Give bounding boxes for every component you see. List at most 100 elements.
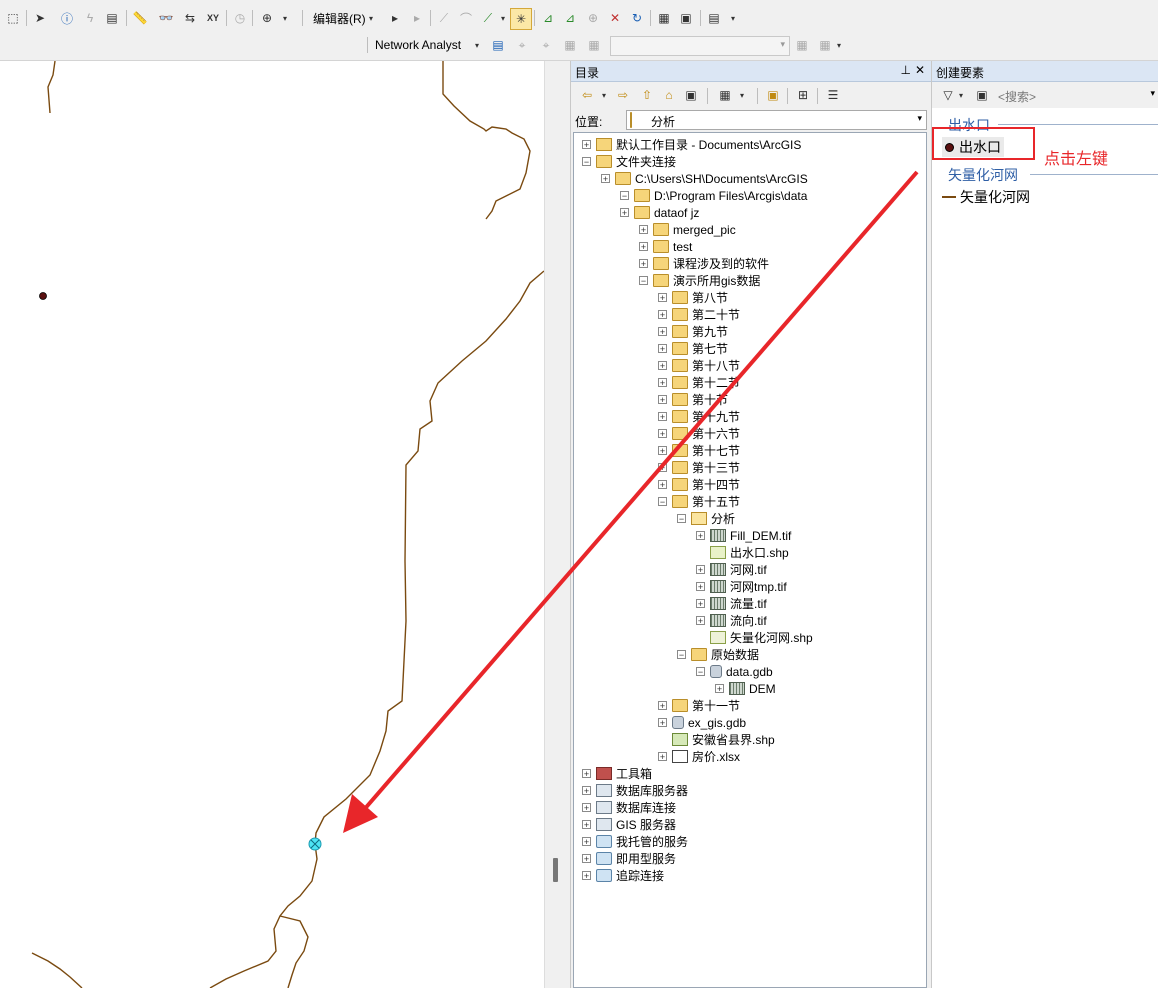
collapse-icon[interactable]: − (658, 497, 667, 507)
rotate-icon[interactable]: ↻ (627, 8, 647, 28)
location-combo[interactable]: 分析 ▾ (626, 110, 927, 130)
tree-item[interactable]: + 第九节 (658, 323, 728, 340)
editor-dropdown-icon[interactable]: ▾ (366, 8, 376, 28)
expand-icon[interactable]: + (582, 769, 591, 779)
connect-folder-icon[interactable]: ▣ (681, 85, 701, 105)
tree-item[interactable]: + 第十三节 (658, 459, 740, 476)
expand-icon[interactable]: + (658, 361, 667, 371)
expand-icon[interactable]: + (658, 293, 667, 303)
organize-templates-icon[interactable]: ▣ (972, 85, 992, 105)
tree-item[interactable]: + 第十八节 (658, 357, 740, 374)
expand-icon[interactable]: + (582, 803, 591, 813)
expand-icon[interactable]: + (658, 701, 667, 711)
html-popup-icon[interactable]: ▤ (102, 8, 122, 28)
toolbar-overflow-icon[interactable]: ▾ (834, 35, 844, 55)
tree-item[interactable]: + 第十九节 (658, 408, 740, 425)
expand-icon[interactable]: + (639, 242, 648, 252)
edit-annotation-icon[interactable]: ▸ (407, 8, 427, 28)
home-icon[interactable]: ⌂ (659, 85, 679, 105)
expand-icon[interactable]: + (696, 565, 705, 575)
filter-icon[interactable]: ▽ (938, 85, 958, 105)
expand-icon[interactable]: + (658, 752, 667, 762)
directions-icon[interactable]: ▦ (815, 35, 835, 55)
tree-item[interactable]: − 文件夹连接 (582, 153, 676, 170)
identify-icon[interactable]: ⓘ (57, 8, 77, 28)
network-identify-icon[interactable]: ▦ (560, 35, 580, 55)
expand-icon[interactable]: + (658, 446, 667, 456)
tree-item[interactable]: + 第七节 (658, 340, 728, 357)
tree-item[interactable]: + test (639, 238, 692, 255)
attributes-icon[interactable]: ▦ (654, 8, 674, 28)
tree-item[interactable]: + 默认工作目录 - Documents\ArcGIS (582, 136, 801, 153)
expand-icon[interactable]: + (582, 837, 591, 847)
selected-vertex-marker[interactable] (308, 837, 322, 851)
find-route-icon[interactable]: ⇆ (180, 8, 200, 28)
expand-icon[interactable]: + (696, 582, 705, 592)
up-one-level-icon[interactable]: ⇧ (637, 85, 657, 105)
template-river[interactable]: 矢量化河网 (942, 187, 1030, 207)
go-to-xy-icon[interactable]: XY (203, 8, 223, 28)
collapse-icon[interactable]: − (677, 514, 686, 524)
editor-menu[interactable]: 编辑器(R) (313, 10, 366, 27)
panel-splitter[interactable] (544, 61, 571, 988)
expand-icon[interactable]: + (658, 395, 667, 405)
tree-item[interactable]: + 数据库服务器 (582, 782, 688, 799)
new-folder-icon[interactable]: ▣ (763, 85, 783, 105)
scroll-grip-handle[interactable] (553, 858, 558, 882)
template-search-input[interactable]: <搜索> (998, 88, 1036, 105)
end-point-arc-icon[interactable]: ⌒ (456, 8, 476, 28)
location-dropdown-icon[interactable]: ▾ (917, 113, 922, 124)
options-icon[interactable]: ☰ (823, 85, 843, 105)
tree-item[interactable]: 安徽省县界.shp (658, 731, 775, 748)
select-move-location-icon[interactable]: ⌖ (536, 35, 556, 55)
tree-item[interactable]: + 流向.tif (696, 612, 767, 629)
tree-item[interactable]: + 房价.xlsx (658, 748, 740, 765)
tree-item[interactable]: + 第十一节 (658, 697, 740, 714)
expand-icon[interactable]: + (696, 531, 705, 541)
toggle-tree-icon[interactable]: ⊞ (793, 85, 813, 105)
search-dropdown-icon[interactable]: ▾ (1150, 88, 1155, 99)
expand-icon[interactable]: + (696, 599, 705, 609)
tree-item[interactable]: + C:\Users\SH\Documents\ArcGIS (601, 170, 808, 187)
edit-vertices-icon[interactable]: ⊿ (538, 8, 558, 28)
network-analyst-dropdown-icon[interactable]: ▾ (472, 35, 482, 55)
expand-icon[interactable]: + (582, 140, 591, 150)
hyperlink-lightning-icon[interactable]: ϟ (80, 8, 100, 28)
views-grid-icon[interactable]: ▦ (715, 85, 735, 105)
filter-dropdown-icon[interactable]: ▾ (956, 85, 966, 105)
expand-icon[interactable]: + (658, 327, 667, 337)
tree-item[interactable]: + 我托管的服务 (582, 833, 688, 850)
expand-icon[interactable]: + (582, 854, 591, 864)
map-canvas[interactable] (0, 61, 544, 988)
expand-icon[interactable]: + (582, 871, 591, 881)
expand-icon[interactable]: + (658, 412, 667, 422)
collapse-icon[interactable]: − (677, 650, 686, 660)
expand-icon[interactable]: + (658, 344, 667, 354)
create-viewer-icon[interactable]: ⊕ (257, 8, 277, 28)
reshape-icon[interactable]: ⊿ (560, 8, 580, 28)
forward-icon[interactable]: ⇨ (613, 85, 633, 105)
network-dataset-combo[interactable]: ▾ (610, 36, 790, 56)
tree-item[interactable]: + 第十四节 (658, 476, 740, 493)
toolbar-overflow-icon[interactable]: ▾ (280, 8, 290, 28)
tree-item[interactable]: + dataof jz (620, 204, 699, 221)
tree-item[interactable]: + 第十节 (658, 391, 728, 408)
views-dropdown-icon[interactable]: ▾ (737, 85, 747, 105)
network-analyst-menu[interactable]: Network Analyst (375, 38, 461, 52)
toolbar-overflow-icon[interactable]: ▾ (728, 8, 738, 28)
collapse-icon[interactable]: − (582, 157, 591, 167)
expand-icon[interactable]: + (639, 225, 648, 235)
expand-icon[interactable]: + (658, 463, 667, 473)
collapse-icon[interactable]: − (639, 276, 648, 286)
pointer-arrow-icon[interactable]: ➤ (30, 8, 50, 28)
tree-item[interactable]: + 追踪连接 (582, 867, 664, 884)
select-elements-icon[interactable]: ⬚ (3, 8, 23, 28)
expand-icon[interactable]: + (658, 718, 667, 728)
cut-polygons-icon[interactable]: ⊕ (583, 8, 603, 28)
back-dropdown-icon[interactable]: ▾ (599, 85, 609, 105)
expand-icon[interactable]: + (715, 684, 724, 694)
create-features-icon[interactable]: ▤ (704, 8, 724, 28)
construction-dropdown-icon[interactable]: ▾ (498, 8, 508, 28)
trace-icon[interactable]: ⟋ (478, 8, 498, 28)
tree-item[interactable]: + merged_pic (639, 221, 736, 238)
